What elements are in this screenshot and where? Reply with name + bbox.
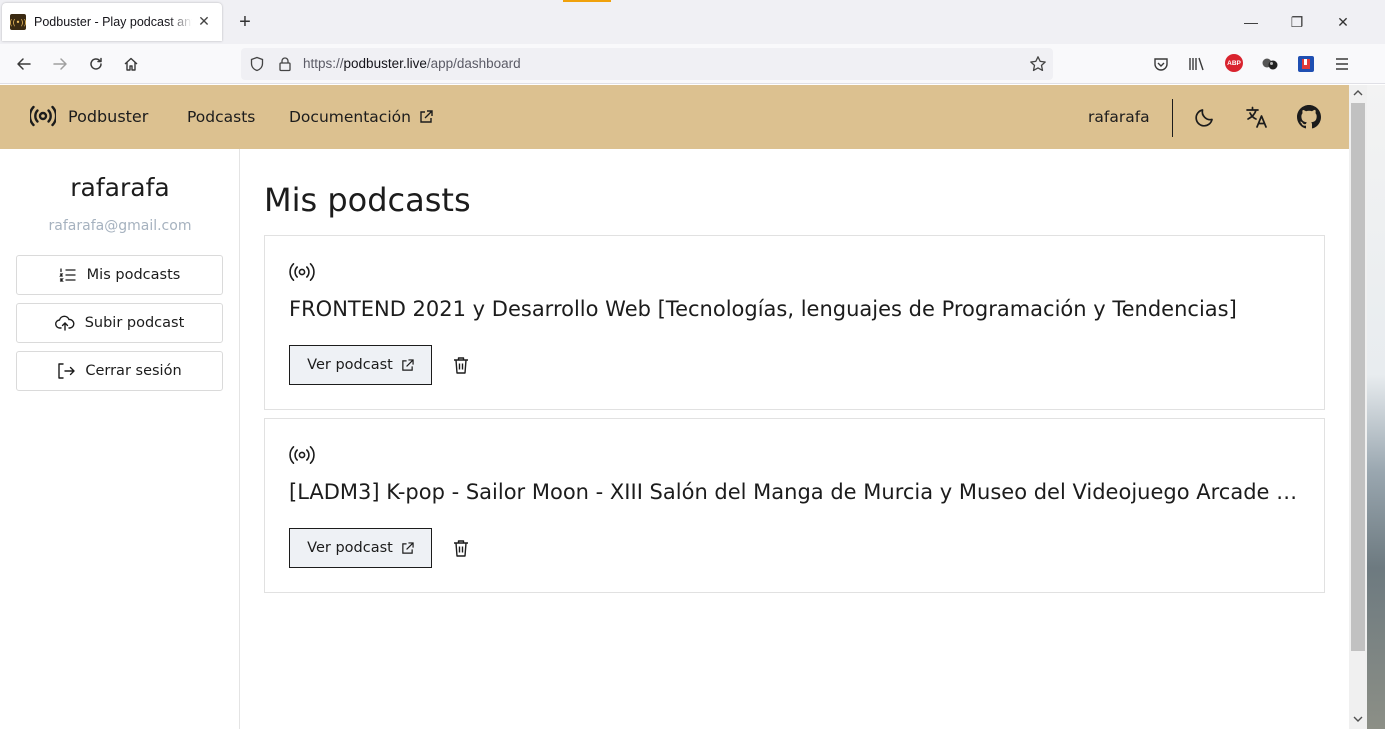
view-podcast-button[interactable]: Ver podcast (289, 345, 432, 385)
window-close-button[interactable]: ✕ (1333, 12, 1353, 32)
browser-tab[interactable]: ((•)) Podbuster - Play podcast anywhere … (2, 3, 222, 41)
header-username[interactable]: rafarafa (1088, 108, 1150, 126)
trash-icon (454, 357, 468, 374)
delete-podcast-button[interactable] (451, 354, 471, 376)
window-restore-button[interactable]: ❐ (1287, 12, 1307, 32)
broadcast-icon (289, 263, 315, 281)
library-icon[interactable] (1187, 54, 1207, 74)
container-extension-icon[interactable] (1296, 54, 1316, 74)
sidebar: rafarafa rafarafa@gmail.com Mis podcasts… (0, 149, 240, 729)
scroll-down-icon[interactable] (1349, 711, 1367, 727)
delete-podcast-button[interactable] (451, 537, 471, 559)
broadcast-icon (30, 105, 56, 127)
reload-icon[interactable] (84, 52, 108, 76)
external-link-icon (402, 541, 414, 554)
tab-favicon-icon: ((•)) (9, 14, 27, 30)
logout-button[interactable]: Cerrar sesión (16, 351, 223, 391)
header-divider (1172, 99, 1173, 137)
desktop-background (1367, 85, 1385, 729)
github-icon[interactable] (1297, 105, 1321, 129)
podcast-title: [LADM3] K-pop - Sailor Moon - XIII Salón… (289, 480, 1301, 504)
my-podcasts-button[interactable]: Mis podcasts (16, 255, 223, 295)
profile-name: rafarafa (70, 173, 170, 202)
nav-link-docs-label: Documentación (289, 108, 411, 126)
nav-link-podcasts-label: Podcasts (187, 108, 256, 126)
external-link-icon (420, 110, 433, 123)
external-link-icon (402, 358, 414, 371)
moon-icon[interactable] (1193, 105, 1217, 129)
translate-icon[interactable] (1245, 105, 1269, 129)
page-title: Mis podcasts (264, 181, 471, 219)
browser-tab-bar: ((•)) Podbuster - Play podcast anywhere … (0, 0, 1385, 44)
tab-close-icon[interactable]: ✕ (196, 14, 212, 30)
tab-bar-accent (563, 0, 611, 2)
upload-cloud-icon (54, 315, 75, 331)
logout-label: Cerrar sesión (85, 363, 182, 379)
lock-icon[interactable] (277, 56, 293, 72)
view-podcast-label: Ver podcast (307, 540, 393, 556)
view-podcast-label: Ver podcast (307, 357, 393, 373)
nav-link-docs[interactable]: Documentación (289, 108, 433, 126)
my-podcasts-label: Mis podcasts (86, 267, 181, 283)
menu-icon[interactable] (1332, 54, 1352, 74)
url-prefix: https:// (303, 56, 344, 71)
adblock-plus-icon[interactable]: ABP (1225, 54, 1243, 72)
page-viewport: Podbuster Podcasts Documentación rafaraf… (0, 85, 1349, 729)
bookmark-star-icon[interactable] (1029, 55, 1047, 73)
view-podcast-button[interactable]: Ver podcast (289, 528, 432, 568)
profile-email: rafarafa@gmail.com (48, 218, 192, 234)
scroll-thumb[interactable] (1351, 103, 1365, 651)
back-icon[interactable] (12, 52, 36, 76)
forward-icon[interactable] (48, 52, 72, 76)
url-path: /app/dashboard (426, 56, 521, 71)
home-icon[interactable] (119, 52, 143, 76)
tab-title: Podbuster - Play podcast anywhere (34, 15, 192, 29)
page-scrollbar[interactable] (1349, 85, 1367, 729)
trash-icon (454, 540, 468, 557)
logout-icon (58, 363, 76, 379)
scroll-up-icon[interactable] (1349, 85, 1367, 101)
pocket-icon[interactable] (1151, 54, 1171, 74)
brand-name: Podbuster (68, 106, 149, 126)
new-tab-button[interactable]: + (234, 11, 256, 33)
app-header: Podbuster Podcasts Documentación rafaraf… (0, 85, 1349, 149)
url-domain: podbuster.live (343, 56, 427, 71)
browser-nav-bar: https://podbuster.live/app/dashboard ABP (0, 44, 1385, 84)
broadcast-icon (289, 446, 315, 464)
brand-link[interactable]: Podbuster (30, 105, 148, 127)
podcast-title: FRONTEND 2021 y Desarrollo Web [Tecnolog… (289, 297, 1237, 321)
url-text[interactable]: https://podbuster.live/app/dashboard (303, 56, 521, 71)
window-minimize-button[interactable]: — (1241, 12, 1261, 32)
tracking-shield-icon[interactable] (249, 56, 265, 72)
extension-icon[interactable] (1260, 54, 1280, 74)
upload-podcast-label: Subir podcast (84, 315, 185, 331)
podcast-card: FRONTEND 2021 y Desarrollo Web [Tecnolog… (264, 235, 1325, 410)
podcast-card: [LADM3] K-pop - Sailor Moon - XIII Salón… (264, 418, 1325, 593)
nav-link-podcasts[interactable]: Podcasts (187, 108, 255, 126)
upload-podcast-button[interactable]: Subir podcast (16, 303, 223, 343)
list-icon (58, 268, 76, 282)
address-bar[interactable]: https://podbuster.live/app/dashboard (241, 48, 1053, 80)
